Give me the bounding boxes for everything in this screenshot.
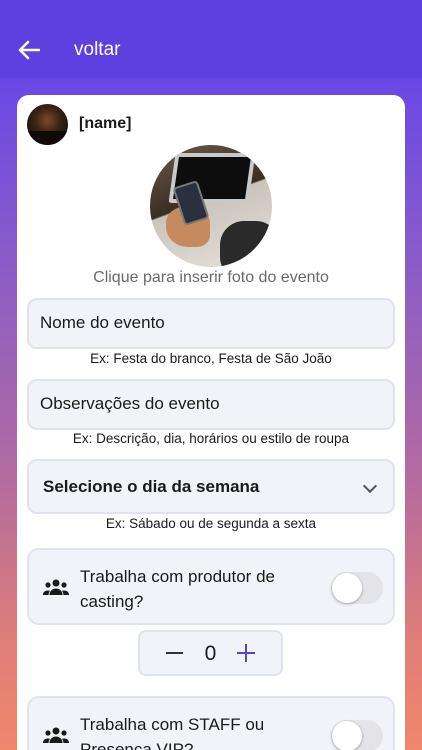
event-form-card: [name] Clique para inserir foto do event… [17, 95, 405, 750]
staff-label: Trabalha com STAFF ou Presença VIP? [80, 715, 265, 750]
event-notes-hint: Ex: Descrição, dia, horários ou estilo d… [72, 431, 350, 446]
event-name-label: Nome do evento [40, 313, 165, 332]
toggle-knob [332, 573, 362, 603]
event-notes-label: Observações do evento [40, 394, 220, 413]
casting-label: Trabalha com produtor de casting? [80, 567, 275, 611]
back-label[interactable]: voltar [74, 38, 120, 62]
weekday-hint: Ex: Sábado ou de segunda a sexta [105, 516, 317, 531]
back-button[interactable] [16, 38, 42, 62]
photo-caption[interactable]: Clique para inserir foto do evento [17, 269, 405, 287]
weekday-label: Selecione o dia da semana [43, 477, 260, 496]
user-name: [name] [79, 115, 132, 132]
casting-option: Trabalha com produtor de casting? [27, 548, 395, 625]
event-notes-field[interactable]: Observações do evento [27, 379, 395, 430]
staff-toggle[interactable] [331, 720, 383, 750]
event-name-hint: Ex: Festa do branco, Festa de São João [90, 351, 332, 366]
weekday-select[interactable]: Selecione o dia da semana [27, 459, 395, 514]
toggle-knob [332, 721, 362, 750]
group-icon [43, 727, 69, 743]
event-name-field[interactable]: Nome do evento [27, 298, 395, 349]
arrow-left-icon [18, 40, 40, 60]
event-photo-picker[interactable] [150, 145, 272, 267]
sleeve-illustration [220, 221, 272, 267]
group-icon [43, 579, 69, 595]
chevron-down-icon [362, 478, 378, 494]
staff-option: Trabalha com STAFF ou Presença VIP? [27, 696, 395, 750]
casting-count-stepper: 0 [138, 630, 283, 676]
casting-count-value: 0 [204, 642, 217, 665]
casting-toggle[interactable] [331, 572, 383, 604]
avatar [27, 104, 68, 145]
app-header: voltar [0, 0, 422, 78]
plus-icon[interactable] [237, 644, 255, 662]
